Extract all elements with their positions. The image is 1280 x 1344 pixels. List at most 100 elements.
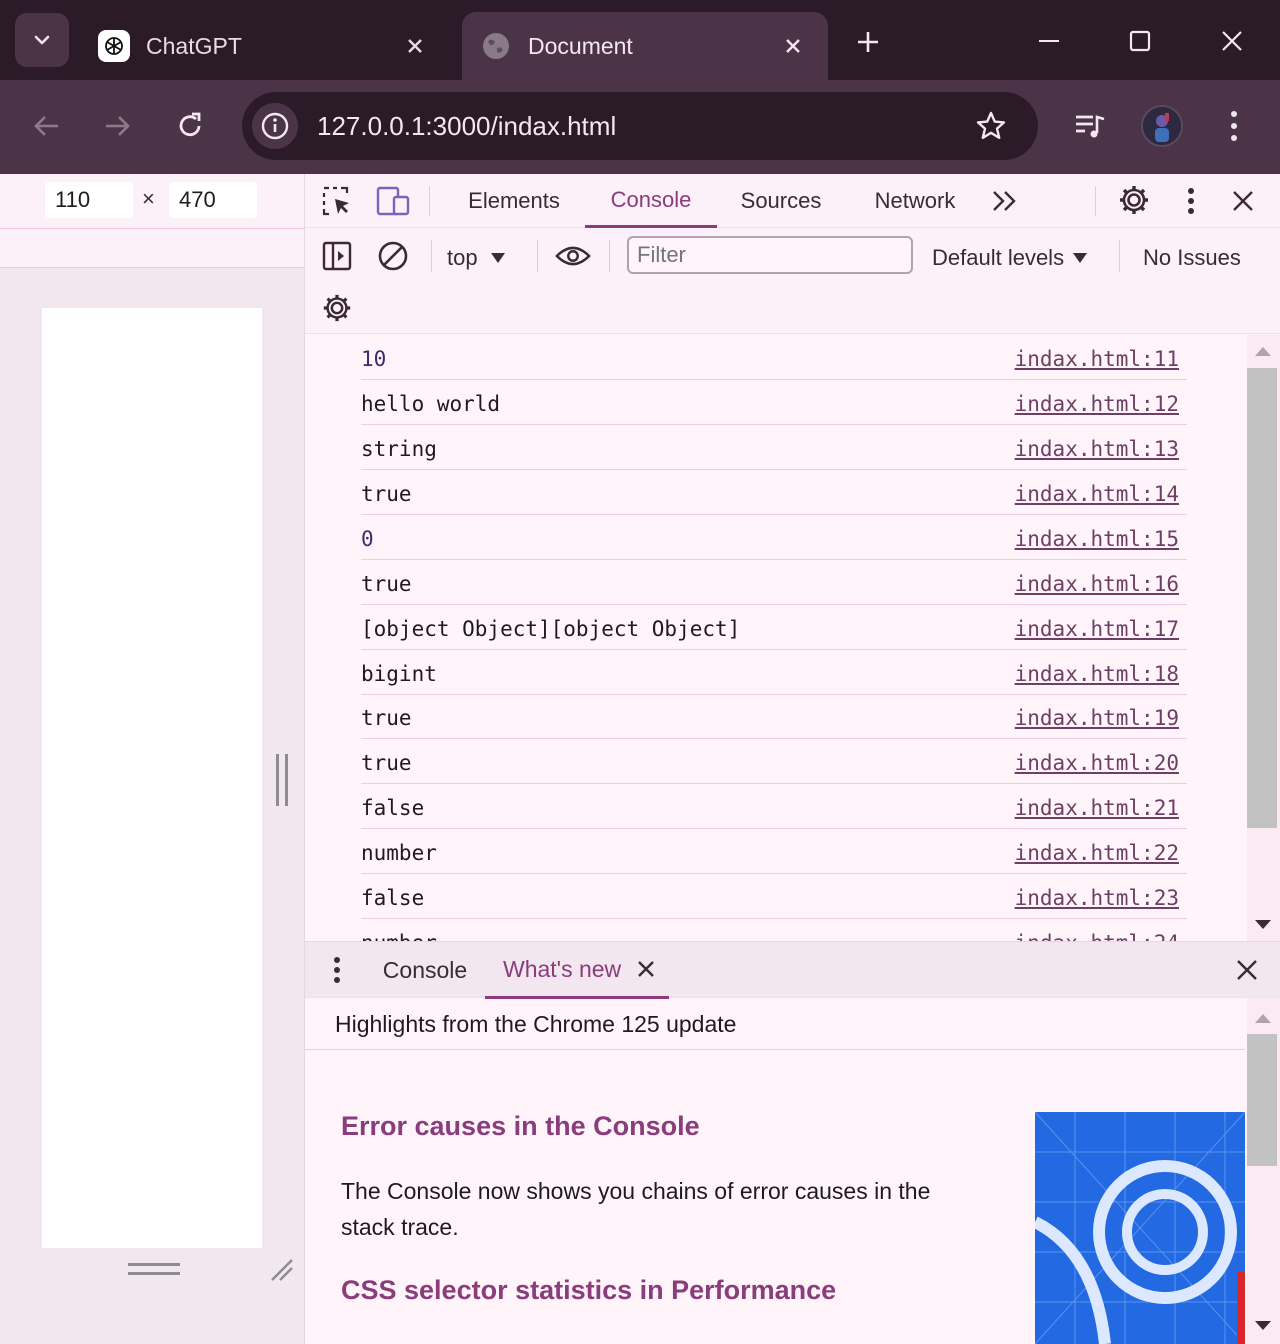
console-source-link[interactable]: indax.html:18: [1015, 662, 1179, 686]
resize-handle-bottom[interactable]: [128, 1263, 180, 1275]
console-message-text: true: [361, 572, 412, 596]
tab-sources[interactable]: Sources: [729, 174, 833, 228]
drawer-tab-whats-new[interactable]: What's new: [485, 942, 669, 999]
console-source-link[interactable]: indax.html:20: [1015, 751, 1179, 775]
console-source-link[interactable]: indax.html:19: [1015, 706, 1179, 730]
tab-search-button[interactable]: [15, 13, 69, 67]
more-tabs-icon[interactable]: [987, 183, 1023, 219]
clear-console-icon[interactable]: [375, 238, 411, 274]
console-filter-input[interactable]: [627, 236, 913, 274]
console-message: 0 indax.html:15: [361, 515, 1187, 560]
console-source-link[interactable]: indax.html:16: [1015, 572, 1179, 596]
maximize-button[interactable]: [1117, 18, 1163, 64]
url-text[interactable]: 127.0.0.1:3000/indax.html: [317, 111, 968, 142]
drawer-menu-icon[interactable]: [319, 952, 355, 988]
console-message: true indax.html:19: [361, 694, 1187, 739]
console-message-text: true: [361, 482, 412, 506]
whats-new-heading[interactable]: CSS selector statistics in Performance: [341, 1275, 836, 1306]
context-selector[interactable]: top: [447, 240, 506, 276]
bookmark-star-icon[interactable]: [968, 103, 1014, 149]
plus-icon: [858, 32, 878, 52]
settings-gear-icon[interactable]: [1116, 182, 1152, 218]
dropdown-triangle-icon: [490, 253, 505, 263]
console-source-link[interactable]: indax.html:24: [1015, 931, 1179, 941]
close-tab-icon[interactable]: [400, 31, 430, 61]
close-tab-icon[interactable]: [637, 960, 655, 978]
tab-document[interactable]: Document: [462, 12, 828, 80]
device-viewport[interactable]: [42, 308, 262, 1248]
devtools-tab-bar: Elements Console Sources Network: [305, 174, 1280, 228]
back-button[interactable]: [24, 103, 70, 149]
console-source-link[interactable]: indax.html:21: [1015, 796, 1179, 820]
issues-counter[interactable]: No Issues: [1143, 240, 1241, 276]
drawer-scroll-thumb[interactable]: [1247, 1034, 1277, 1166]
sidebar-toggle-icon[interactable]: [319, 238, 355, 274]
resize-corner-icon[interactable]: [268, 1256, 296, 1284]
minimize-button[interactable]: [1026, 18, 1072, 64]
whats-new-heading[interactable]: Error causes in the Console: [341, 1111, 700, 1142]
console-message-text: hello world: [361, 392, 501, 416]
console-source-link[interactable]: indax.html:13: [1015, 437, 1179, 461]
inspect-element-icon[interactable]: [319, 183, 355, 219]
console-source-link[interactable]: indax.html:15: [1015, 527, 1179, 551]
tab-chatgpt[interactable]: ChatGPT: [80, 12, 450, 80]
close-window-button[interactable]: [1209, 18, 1255, 64]
reload-button[interactable]: [167, 103, 213, 149]
console-message-text: 10: [361, 347, 387, 371]
console-message: false indax.html:23: [361, 874, 1187, 919]
live-expression-eye-icon[interactable]: [555, 238, 591, 274]
console-message: false indax.html:21: [361, 784, 1187, 829]
console-source-link[interactable]: indax.html:23: [1015, 886, 1179, 910]
close-tab-icon[interactable]: [778, 31, 808, 61]
whats-new-illustration: [1035, 1112, 1245, 1344]
scroll-down-arrow-icon[interactable]: [1254, 919, 1272, 931]
tab-title: ChatGPT: [146, 32, 242, 59]
browser-tab-strip: ChatGPT Document: [0, 0, 1280, 80]
console-message-text: number: [361, 931, 437, 941]
console-message-text: true: [361, 751, 412, 775]
tab-elements[interactable]: Elements: [455, 174, 573, 228]
profile-avatar[interactable]: [1141, 105, 1183, 147]
console-settings-gear-icon[interactable]: [319, 290, 355, 326]
log-levels-label: Default levels: [932, 245, 1065, 270]
drawer-tab-label: What's new: [503, 955, 622, 982]
console-source-link[interactable]: indax.html:17: [1015, 617, 1179, 641]
site-info-icon[interactable]: [252, 103, 298, 149]
chatgpt-logo-icon: [98, 30, 130, 62]
viewport-height-input[interactable]: 470: [169, 182, 257, 218]
console-source-link[interactable]: indax.html:11: [1015, 347, 1179, 371]
browser-menu-button[interactable]: [1211, 103, 1257, 149]
drawer-scrollbar[interactable]: [1247, 998, 1280, 1344]
scroll-up-arrow-icon[interactable]: [1254, 1012, 1272, 1024]
console-source-link[interactable]: indax.html:22: [1015, 841, 1179, 865]
scroll-up-arrow-icon[interactable]: [1254, 345, 1272, 357]
device-emulation-area: 110 × 470: [0, 174, 304, 1344]
console-scroll-thumb[interactable]: [1247, 368, 1277, 828]
drawer-tab-console[interactable]: Console: [365, 942, 485, 999]
chevron-down-icon: [34, 35, 50, 45]
tab-network[interactable]: Network: [857, 174, 973, 228]
context-selector-label: top: [447, 245, 478, 270]
close-devtools-icon[interactable]: [1225, 183, 1261, 219]
devtools-panel: Elements Console Sources Network top Fil…: [304, 174, 1280, 1344]
viewport-width-input[interactable]: 110: [45, 182, 133, 218]
address-bar[interactable]: 127.0.0.1:3000/indax.html: [242, 92, 1038, 160]
forward-button[interactable]: [94, 103, 140, 149]
device-dimensions-bar: 110 × 470: [0, 174, 304, 228]
log-levels-dropdown[interactable]: Default levels: [932, 240, 1088, 276]
console-message-text: number: [361, 841, 437, 865]
media-control-button[interactable]: [1067, 103, 1113, 149]
scroll-down-arrow-icon[interactable]: [1254, 1320, 1272, 1332]
console-scrollbar[interactable]: [1247, 335, 1280, 941]
tab-console[interactable]: Console: [585, 174, 717, 228]
console-message-text: bigint: [361, 662, 437, 686]
device-toolbar-icon[interactable]: [375, 183, 411, 219]
close-drawer-icon[interactable]: [1229, 952, 1265, 988]
devtools-menu-icon[interactable]: [1173, 183, 1209, 219]
console-message: number indax.html:22: [361, 829, 1187, 874]
console-messages: 10 indax.html:11 hello world indax.html:…: [305, 335, 1247, 941]
new-tab-button[interactable]: [848, 22, 888, 62]
console-source-link[interactable]: indax.html:12: [1015, 392, 1179, 416]
resize-handle-right[interactable]: [276, 754, 288, 806]
console-source-link[interactable]: indax.html:14: [1015, 482, 1179, 506]
